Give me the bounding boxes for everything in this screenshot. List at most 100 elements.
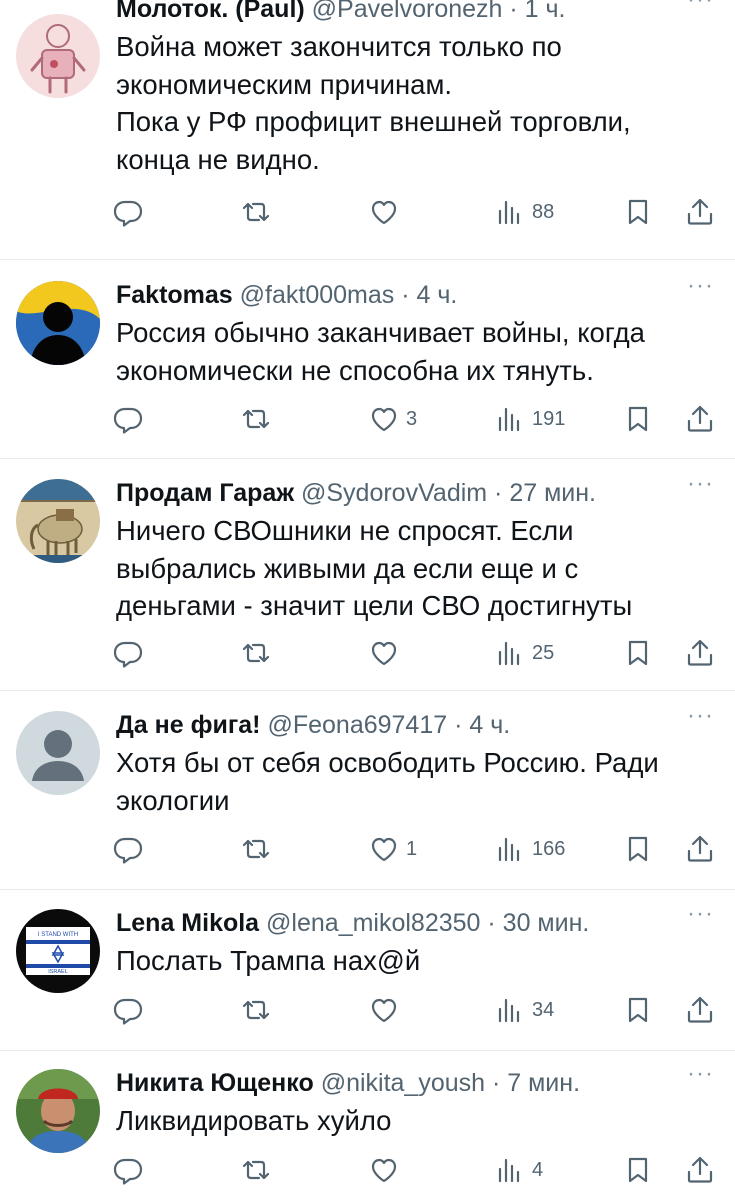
reply-button[interactable] [112,633,144,673]
man-in-cap-avatar[interactable] [16,1069,100,1153]
author-handle[interactable]: @Feona697417 [267,711,447,739]
views-button[interactable]: 34 [494,990,554,1030]
reply-button[interactable] [112,1150,144,1190]
tweet-actions: 25 [0,633,735,673]
views-icon [494,403,526,435]
bookmark-icon [622,403,654,435]
tweet-actions: 1 166 [0,829,735,869]
retweet-button[interactable] [240,192,272,232]
retweet-button[interactable] [240,399,272,439]
author-name[interactable]: Lena Mikola [116,909,259,937]
share-button[interactable] [684,1150,716,1190]
reply-button[interactable] [112,990,144,1030]
tweet-actions: 88 [0,192,735,232]
i-stand-with-israel-avatar[interactable]: I STAND WITH ISRAEL [16,909,100,993]
views-button[interactable]: 88 [494,192,554,232]
author-handle[interactable]: @SydorovVadim [301,479,487,507]
robot-avatar[interactable] [16,14,100,98]
reply-button[interactable] [112,192,144,232]
author-handle[interactable]: @nikita_yoush [321,1069,485,1097]
author-handle[interactable]: @lena_mikol82350 [266,909,480,937]
separator-dot: · [487,479,510,507]
views-button[interactable]: 4 [494,1150,543,1190]
author-name[interactable]: Продам Гараж [116,479,294,507]
silhouette-avatar[interactable] [16,281,100,365]
author-name[interactable]: Да не фига! [116,711,261,739]
like-button[interactable] [368,192,400,232]
author-handle[interactable]: @Pavelvoronezh [312,0,503,23]
reply-button[interactable] [112,399,144,439]
views-button[interactable]: 25 [494,633,554,673]
separator-dot: · [394,281,417,309]
retweet-icon [240,833,272,865]
tweet-header: Lena Mikola @lena_mikol82350 · 30 мин. [116,906,676,940]
more-icon[interactable]: ··· [687,274,717,300]
retweet-button[interactable] [240,633,272,673]
reply-button[interactable] [112,829,144,869]
share-icon [684,637,716,669]
bookmark-button[interactable] [622,192,654,232]
bookmark-icon [622,833,654,865]
tweet-header: Продам Гараж @SydorovVadim · 27 мин. [116,476,676,510]
views-icon [494,637,526,669]
views-icon [494,833,526,865]
avatar-caption: ISRAEL [48,969,68,975]
author-name[interactable]: Молоток. (Paul) [116,0,305,23]
views-count: 191 [532,407,566,430]
timestamp[interactable]: 1 ч. [525,0,566,23]
author-name[interactable]: Никита Ющенко [116,1069,314,1097]
timestamp[interactable]: 27 мин. [509,479,596,507]
tweet[interactable]: Продам Гараж @SydorovVadim · 27 мин. ··· Н… [0,472,735,673]
views-button[interactable]: 166 [494,829,565,869]
like-button[interactable] [368,990,400,1030]
reply-icon [112,833,144,865]
tweet[interactable]: Да не фига! @Feona697417 · 4 ч. ··· Хотя б… [0,704,735,869]
like-button[interactable] [368,1150,400,1190]
retweet-button[interactable] [240,1150,272,1190]
tweet-text: Россия обычно заканчивает войны, когда э… [116,317,645,386]
default-avatar[interactable] [16,711,100,795]
retweet-button[interactable] [240,829,272,869]
author-name[interactable]: Faktomas [116,281,233,309]
views-icon [494,196,526,228]
elephant-painting-avatar[interactable] [16,479,100,563]
bookmark-button[interactable] [622,990,654,1030]
timestamp[interactable]: 4 ч. [417,281,458,309]
tweet[interactable]: Молоток. (Paul) @Pavelvoronezh · 1 ч. ···… [0,0,735,232]
bookmark-button[interactable] [622,633,654,673]
more-icon[interactable]: ··· [687,472,717,498]
share-button[interactable] [684,399,716,439]
views-button[interactable]: 191 [494,399,565,439]
like-button[interactable] [368,633,400,673]
retweet-button[interactable] [240,990,272,1030]
more-icon[interactable]: ··· [687,0,717,14]
bookmark-button[interactable] [622,1150,654,1190]
author-handle[interactable]: @fakt000mas [240,281,395,309]
more-icon[interactable]: ··· [687,1062,717,1088]
share-icon [684,833,716,865]
timestamp[interactable]: 4 ч. [469,711,510,739]
tweet-text: Хотя бы от себя освободить Россию. Ради … [116,747,659,816]
tweet-actions: 34 [0,990,735,1030]
more-icon[interactable]: ··· [687,902,717,928]
tweet[interactable]: Никита Ющенко @nikita_yoush · 7 мин. ··· Л… [0,1062,735,1190]
bookmark-button[interactable] [622,399,654,439]
tweet-header: Никита Ющенко @nikita_yoush · 7 мин. [116,1066,676,1100]
timestamp[interactable]: 30 мин. [503,909,590,937]
share-button[interactable] [684,829,716,869]
more-icon[interactable]: ··· [687,704,717,730]
like-button[interactable]: 3 [368,399,417,439]
timestamp[interactable]: 7 мин. [507,1069,580,1097]
tweet[interactable]: Faktomas @fakt000mas · 4 ч. ··· Россия обы… [0,274,735,439]
share-button[interactable] [684,192,716,232]
tweet-actions: 4 [0,1150,735,1190]
bookmark-button[interactable] [622,829,654,869]
heart-icon [368,833,400,865]
reply-icon [112,1154,144,1186]
tweet-header: Молоток. (Paul) @Pavelvoronezh · 1 ч. [116,0,676,26]
tweet[interactable]: I STAND WITH ISRAEL Lena Mikola @lena_mik… [0,902,735,1030]
like-button[interactable]: 1 [368,829,417,869]
heart-icon [368,1154,400,1186]
share-button[interactable] [684,633,716,673]
share-button[interactable] [684,990,716,1030]
